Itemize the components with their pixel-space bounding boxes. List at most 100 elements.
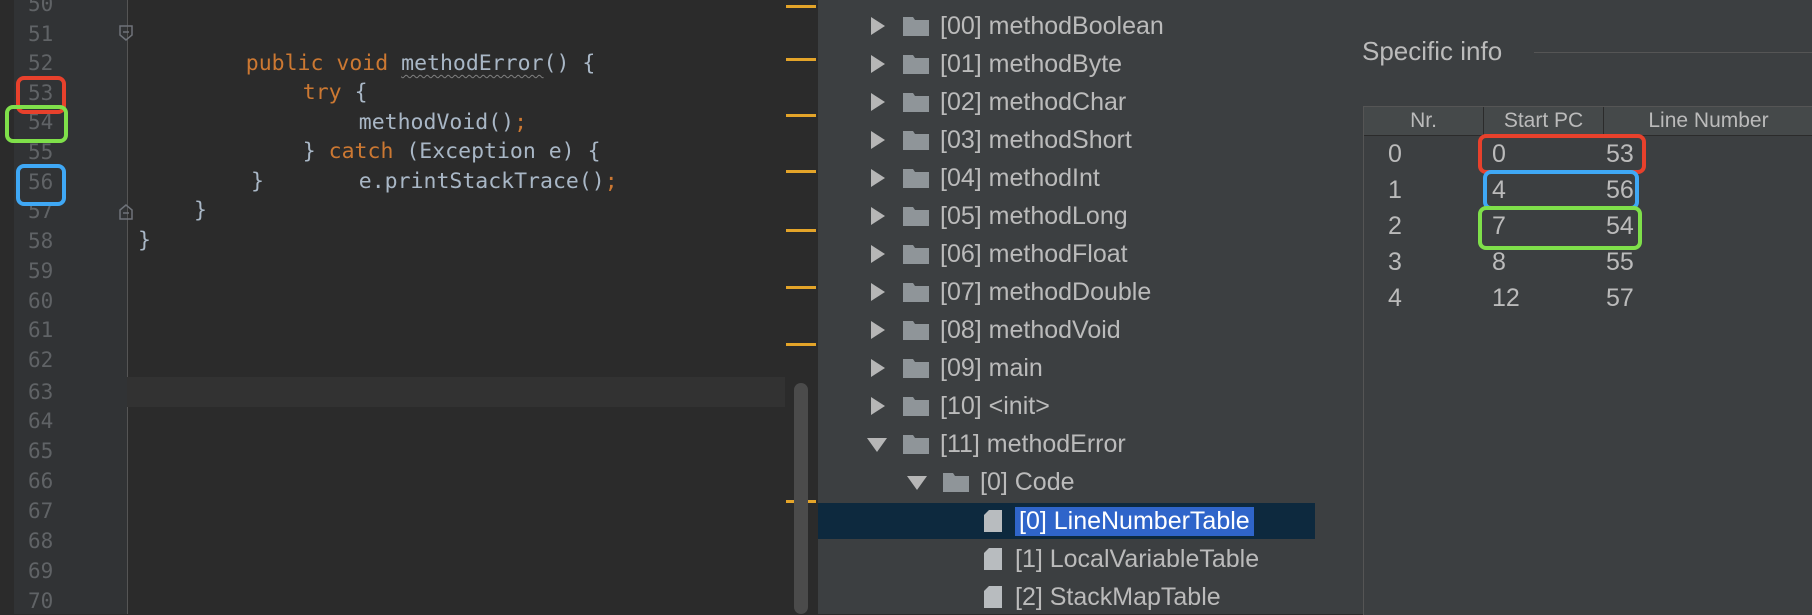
fold-end-icon[interactable] — [119, 204, 133, 220]
code-line-55[interactable]: e.printStackTrace(); — [307, 137, 618, 194]
tree-node-method[interactable]: [04] methodInt — [864, 160, 1100, 196]
red-highlight-box — [1478, 134, 1646, 174]
tree-node-label: [07] methodDouble — [940, 277, 1152, 306]
error-stripe-mark[interactable] — [786, 114, 816, 117]
tree-node-label: [2] StackMapTable — [1015, 582, 1221, 611]
line-number-table[interactable]: Nr. Start PC Line Number 0 0 53 1 4 56 2… — [1363, 106, 1812, 615]
tree-node-method[interactable]: [05] methodLong — [864, 198, 1128, 234]
tree-node-method[interactable]: [07] methodDouble — [864, 274, 1151, 310]
expand-arrow-icon[interactable] — [864, 279, 890, 305]
error-stripe-mark[interactable] — [786, 58, 816, 61]
code-line-51[interactable]: public void methodError() { — [194, 19, 596, 76]
collapse-arrow-icon[interactable] — [904, 469, 930, 495]
folder-icon — [903, 435, 929, 454]
tree-node-label: [04] methodInt — [940, 163, 1100, 192]
expand-arrow-icon[interactable] — [864, 203, 890, 229]
tree-node-label: [06] methodFloat — [940, 239, 1128, 268]
code-line-56[interactable]: } — [251, 167, 264, 197]
code-line-54[interactable]: } catch (Exception e) { — [251, 107, 601, 164]
tree-node-label: [08] methodVoid — [940, 315, 1121, 344]
column-header-line-number[interactable]: Line Number — [1604, 107, 1812, 135]
expand-arrow-icon[interactable] — [864, 51, 890, 77]
semicolon: ; — [604, 169, 618, 194]
tree-node-label: [1] LocalVariableTable — [1015, 544, 1260, 573]
tree-node-method[interactable]: [02] methodChar — [864, 84, 1126, 120]
collapse-arrow-icon[interactable] — [864, 431, 890, 457]
expand-arrow-icon[interactable] — [864, 355, 890, 381]
code-text: () { — [543, 51, 596, 76]
tree-node-attribute[interactable]: [1] LocalVariableTable — [983, 541, 1259, 577]
code-line-53[interactable]: methodVoid(); — [307, 78, 527, 135]
line-number: 63 — [28, 380, 54, 404]
folder-icon — [903, 321, 929, 340]
line-number: 61 — [28, 318, 54, 342]
code-editor[interactable]: 50 51 52 53 54 55 56 57 58 59 60 61 62 6… — [0, 0, 818, 614]
blue-highlight-box — [16, 164, 66, 206]
tree-node-method[interactable]: [10] <init> — [864, 388, 1050, 424]
tree-node-method[interactable]: [03] methodShort — [864, 122, 1132, 158]
line-number: 65 — [28, 439, 54, 463]
table-cell: 2 — [1388, 212, 1402, 240]
table-cell: 1 — [1388, 176, 1402, 204]
expand-arrow-icon[interactable] — [864, 13, 890, 39]
expand-arrow-icon[interactable] — [864, 127, 890, 153]
tree-node-code[interactable]: [0] Code — [904, 464, 1075, 500]
line-number: 60 — [28, 289, 54, 313]
folder-icon — [903, 283, 929, 302]
folder-icon — [903, 245, 929, 264]
error-stripe-mark[interactable] — [786, 229, 816, 232]
tree-node-label: [10] <init> — [940, 391, 1050, 420]
line-number: 50 — [28, 0, 54, 16]
title-divider — [1534, 52, 1812, 53]
scrollbar-thumb[interactable] — [794, 383, 808, 614]
tree-node-attribute[interactable]: [2] StackMapTable — [983, 579, 1221, 614]
line-number: 64 — [28, 409, 54, 433]
error-stripe-mark[interactable] — [786, 5, 816, 8]
table-cell: 12 — [1492, 284, 1520, 312]
expand-arrow-icon[interactable] — [864, 89, 890, 115]
tree-node-label: [02] methodChar — [940, 87, 1127, 116]
tree-node-label: [11] methodError — [940, 429, 1126, 458]
line-number: 68 — [28, 529, 54, 553]
table-cell: 3 — [1388, 248, 1402, 276]
folder-icon — [903, 397, 929, 416]
tree-node-label: [00] methodBoolean — [940, 11, 1164, 40]
fold-collapse-icon[interactable] — [119, 25, 133, 41]
class-structure-tree[interactable]: [00] methodBoolean [01] methodByte [02] … — [818, 0, 1315, 614]
error-stripe-mark[interactable] — [786, 286, 816, 289]
table-cell: 0 — [1388, 140, 1402, 168]
column-header-nr[interactable]: Nr. — [1364, 107, 1484, 135]
tree-node-method-expanded[interactable]: [11] methodError — [864, 426, 1126, 462]
line-number: 69 — [28, 559, 54, 583]
table-cell: 4 — [1388, 284, 1402, 312]
file-icon — [984, 510, 1002, 532]
tree-node-method[interactable]: [01] methodByte — [864, 46, 1122, 82]
expand-arrow-icon[interactable] — [864, 317, 890, 343]
tree-node-attribute-selected[interactable]: [0] LineNumberTable — [983, 503, 1254, 539]
tree-node-method[interactable]: [09] main — [864, 350, 1043, 386]
specific-info-panel: Specific info Nr. Start PC Line Number 0… — [1315, 0, 1812, 615]
line-number: 62 — [28, 348, 54, 372]
tree-node-method[interactable]: [00] methodBoolean — [864, 8, 1164, 44]
error-stripe-mark[interactable] — [786, 343, 816, 346]
table-header: Nr. Start PC Line Number — [1364, 107, 1812, 136]
line-number: 59 — [28, 259, 54, 283]
folder-icon — [903, 93, 929, 112]
tree-node-method[interactable]: [08] methodVoid — [864, 312, 1121, 348]
tree-node-method[interactable]: [06] methodFloat — [864, 236, 1128, 272]
line-number: 70 — [28, 589, 54, 613]
folder-icon — [903, 17, 929, 36]
folder-icon — [943, 473, 969, 492]
code-line-58[interactable]: } — [138, 226, 151, 256]
tree-node-label: [0] LineNumberTable — [1015, 506, 1254, 536]
expand-arrow-icon[interactable] — [864, 165, 890, 191]
code-line-57[interactable]: } — [194, 196, 207, 226]
column-header-start-pc[interactable]: Start PC — [1484, 107, 1604, 135]
tree-node-label: [0] Code — [980, 467, 1075, 496]
expand-arrow-icon[interactable] — [864, 241, 890, 267]
code-line-52[interactable]: try { — [251, 48, 368, 105]
folder-icon — [903, 359, 929, 378]
error-stripe-mark[interactable] — [786, 170, 816, 173]
expand-arrow-icon[interactable] — [864, 393, 890, 419]
green-highlight-box — [1478, 206, 1642, 250]
